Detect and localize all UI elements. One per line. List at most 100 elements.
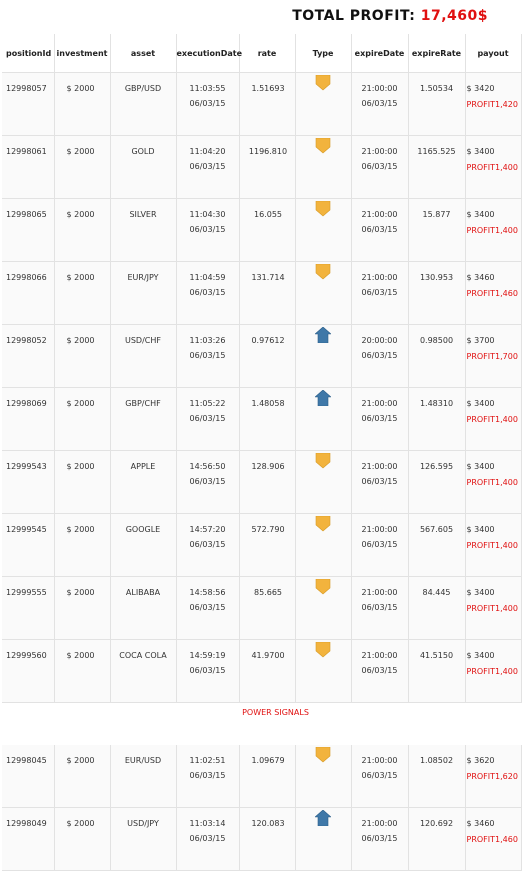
expire-date-cell: 21:00:00 06/03/15 bbox=[351, 576, 409, 640]
type-cell bbox=[295, 745, 352, 808]
asset-cell: GOOGLE bbox=[110, 513, 177, 577]
expire-rate-value: 41.5150 bbox=[419, 651, 454, 660]
table-row[interactable]: 12998066 $ 2000 EUR/JPY 11:04:59 06/03/15 131… bbox=[2, 261, 522, 325]
investment: $ 2000 bbox=[66, 819, 95, 828]
position-id-cell: 12998049 bbox=[2, 807, 55, 871]
investment: $ 2000 bbox=[66, 651, 95, 660]
col-header-asset[interactable]: asset bbox=[110, 34, 177, 73]
col-header-investment[interactable]: investment bbox=[54, 34, 111, 73]
expire-date-cell: 21:00:00 06/03/15 bbox=[351, 745, 409, 808]
expire-date: 06/03/15 bbox=[361, 162, 398, 171]
asset-cell: COCA COLA bbox=[110, 639, 177, 703]
expire-date-cell: 21:00:00 06/03/15 bbox=[351, 135, 409, 199]
expire-rate-value: 130.953 bbox=[419, 273, 454, 282]
positions-table: positionId investment asset executionDat… bbox=[2, 34, 522, 871]
expire-time: 21:00:00 bbox=[361, 462, 398, 471]
profit-value: PROFIT1,400 bbox=[466, 478, 518, 487]
payout-value: $ 3400 bbox=[466, 588, 495, 597]
investment: $ 2000 bbox=[66, 399, 95, 408]
execution-time: 11:04:30 bbox=[189, 210, 226, 219]
expire-date: 06/03/15 bbox=[361, 603, 398, 612]
table-row[interactable]: 12999543 $ 2000 APPLE 14:56:50 06/03/15 128.9… bbox=[2, 450, 522, 514]
col-header-executiondate[interactable]: executionDate bbox=[176, 34, 242, 73]
table-row[interactable]: 12999545 $ 2000 GOOGLE 14:57:20 06/03/15 572.… bbox=[2, 513, 522, 577]
investment-cell: $ 2000 bbox=[54, 639, 111, 703]
expire-date-cell: 21:00:00 06/03/15 bbox=[351, 387, 409, 451]
expire-rate-cell: 130.953 bbox=[408, 261, 466, 325]
col-header-positionid[interactable]: positionId bbox=[2, 34, 55, 73]
payout-cell: $ 3460 PROFIT1,460 bbox=[465, 261, 522, 325]
expire-rate-value: 1.08502 bbox=[419, 756, 454, 765]
asset-name: GOLD bbox=[131, 147, 155, 156]
execution-date-cell: 11:05:22 06/03/15 bbox=[176, 387, 240, 451]
payout-value: $ 3620 bbox=[466, 756, 495, 765]
expire-date: 06/03/15 bbox=[361, 351, 398, 360]
type-cell bbox=[295, 450, 352, 514]
table-row[interactable]: 12998057 $ 2000 GBP/USD 11:03:55 06/03/15 1.5… bbox=[2, 72, 522, 136]
expire-date-cell: 21:00:00 06/03/15 bbox=[351, 261, 409, 325]
up-arrow-icon bbox=[314, 326, 332, 344]
type-cell bbox=[295, 807, 352, 871]
down-arrow-icon bbox=[315, 137, 331, 154]
investment-cell: $ 2000 bbox=[54, 807, 111, 871]
rate-value: 128.906 bbox=[251, 462, 285, 471]
table-row[interactable]: 12999555 $ 2000 ALIBABA 14:58:56 06/03/15 85.… bbox=[2, 576, 522, 640]
payout-cell: $ 3460 PROFIT1,460 bbox=[465, 807, 522, 871]
type-cell bbox=[295, 72, 352, 136]
position-id: 12998057 bbox=[6, 84, 47, 93]
position-id: 12999545 bbox=[6, 525, 47, 534]
table-row[interactable]: 12998052 $ 2000 USD/CHF 11:03:26 06/03/15 0.9… bbox=[2, 324, 522, 388]
asset-name: GBP/CHF bbox=[125, 399, 161, 408]
investment: $ 2000 bbox=[66, 756, 95, 765]
table-row[interactable]: 12998065 $ 2000 SILVER 11:04:30 06/03/15 16.0… bbox=[2, 198, 522, 262]
col-header-expirerate[interactable]: expireRate bbox=[408, 34, 466, 73]
position-id: 12999560 bbox=[6, 651, 47, 660]
expire-date-cell: 20:00:00 06/03/15 bbox=[351, 324, 409, 388]
rate-cell: 1.09679 bbox=[239, 745, 296, 808]
profit-value: PROFIT1,400 bbox=[466, 415, 518, 424]
asset-name: EUR/JPY bbox=[127, 273, 159, 282]
profit-value: PROFIT1,620 bbox=[466, 772, 518, 781]
table-row[interactable]: 12998045 $ 2000 EUR/USD 11:02:51 06/03/15 1.0… bbox=[2, 745, 522, 808]
col-header-rate[interactable]: rate bbox=[239, 34, 296, 73]
table-row[interactable]: 12998069 $ 2000 GBP/CHF 11:05:22 06/03/15 1.4… bbox=[2, 387, 522, 451]
type-cell bbox=[295, 387, 352, 451]
payout-value: $ 3400 bbox=[466, 525, 495, 534]
payout-value: $ 3460 bbox=[466, 273, 495, 282]
col-header-type[interactable]: Type bbox=[295, 34, 352, 73]
table-row[interactable]: 12998061 $ 2000 GOLD 11:04:20 06/03/15 1196.8… bbox=[2, 135, 522, 199]
down-arrow-icon bbox=[315, 200, 331, 217]
expire-date-cell: 21:00:00 06/03/15 bbox=[351, 807, 409, 871]
expire-rate-cell: 126.595 bbox=[408, 450, 466, 514]
rate-cell: 572.790 bbox=[239, 513, 296, 577]
execution-date: 06/03/15 bbox=[189, 477, 226, 486]
col-header-expiredate[interactable]: expireDate bbox=[351, 34, 409, 73]
table-row[interactable]: 12999560 $ 2000 COCA COLA 14:59:19 06/03/15 4… bbox=[2, 639, 522, 703]
investment: $ 2000 bbox=[66, 210, 95, 219]
execution-date-cell: 11:04:30 06/03/15 bbox=[176, 198, 240, 262]
execution-date: 06/03/15 bbox=[189, 771, 226, 780]
rate-cell: 41.9700 bbox=[239, 639, 296, 703]
investment-cell: $ 2000 bbox=[54, 324, 111, 388]
position-id-cell: 12999555 bbox=[2, 576, 55, 640]
expire-time: 21:00:00 bbox=[361, 399, 398, 408]
total-profit-value: 17,460$ bbox=[420, 8, 488, 24]
table-row[interactable]: 12998049 $ 2000 USD/JPY 11:03:14 06/03/15 120… bbox=[2, 807, 522, 871]
asset-name: SILVER bbox=[129, 210, 157, 219]
expire-date: 06/03/15 bbox=[361, 834, 398, 843]
expire-date: 06/03/15 bbox=[361, 288, 398, 297]
position-id-cell: 12998066 bbox=[2, 261, 55, 325]
expire-date: 06/03/15 bbox=[361, 666, 398, 675]
payout-cell: $ 3620 PROFIT1,620 bbox=[465, 745, 522, 808]
execution-date: 06/03/15 bbox=[189, 603, 226, 612]
payout-cell: $ 3400 PROFIT1,400 bbox=[465, 639, 522, 703]
profit-value: PROFIT1,460 bbox=[466, 835, 518, 844]
payout-value: $ 3700 bbox=[466, 336, 495, 345]
expire-time: 21:00:00 bbox=[361, 756, 398, 765]
col-header-payout[interactable]: payout bbox=[465, 34, 522, 73]
asset-cell: EUR/JPY bbox=[110, 261, 177, 325]
profit-value: PROFIT1,400 bbox=[466, 604, 518, 613]
position-id: 12998065 bbox=[6, 210, 47, 219]
expire-time: 21:00:00 bbox=[361, 210, 398, 219]
position-id: 12998052 bbox=[6, 336, 47, 345]
